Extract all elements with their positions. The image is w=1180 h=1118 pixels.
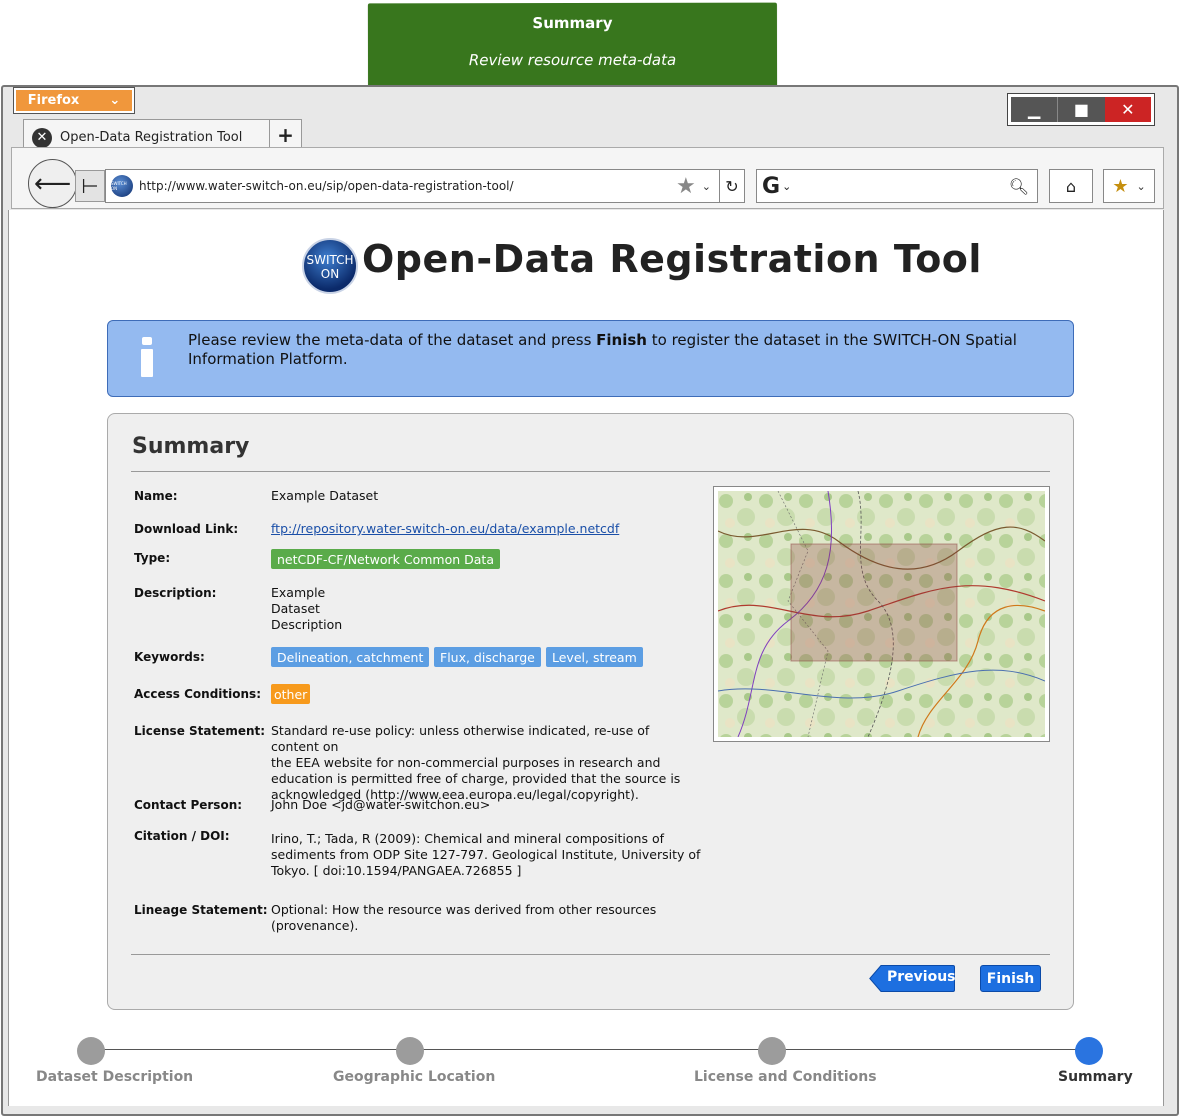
download-label: Download Link: bbox=[134, 522, 239, 536]
step-label-summary[interactable]: Summary bbox=[1058, 1069, 1133, 1085]
chevron-down-icon: ⌄ bbox=[1136, 179, 1146, 193]
keyword-tag: Delineation, catchment bbox=[271, 647, 430, 667]
description-value: Example Dataset Description bbox=[271, 585, 343, 632]
maximize-icon[interactable]: ■ bbox=[1057, 97, 1105, 122]
new-tab-button[interactable]: + bbox=[269, 119, 302, 149]
step-label-license-conditions[interactable]: License and Conditions bbox=[694, 1069, 877, 1085]
type-label: Type: bbox=[134, 551, 171, 565]
home-icon: ⌂ bbox=[1065, 176, 1077, 196]
search-bar[interactable]: G ⌄ 🔍︎ bbox=[756, 169, 1038, 203]
forward-button[interactable]: ⊢ bbox=[75, 170, 105, 202]
chevron-down-icon[interactable]: ⌄ bbox=[782, 180, 1009, 193]
map-image bbox=[718, 491, 1045, 737]
step-label-dataset-description[interactable]: Dataset Description bbox=[36, 1069, 193, 1085]
firefox-menu-label: Firefox bbox=[27, 93, 80, 108]
citation-value: Irino, T.; Tada, R (2009): Chemical and … bbox=[271, 831, 701, 878]
chevron-down-icon: ⌄ bbox=[109, 93, 121, 108]
bookmarks-button[interactable]: ★ ⌄ bbox=[1103, 169, 1155, 203]
search-icon[interactable]: 🔍︎ bbox=[1009, 177, 1029, 196]
note-subtitle: Review resource meta-data bbox=[468, 50, 677, 70]
firefox-menu-button[interactable]: Firefox ⌄ bbox=[13, 87, 135, 114]
info-alert: Please review the meta-data of the datas… bbox=[107, 320, 1074, 397]
step-dot-geographic-location[interactable] bbox=[396, 1037, 424, 1065]
info-text: Please review the meta-data of the datas… bbox=[188, 331, 1017, 368]
address-bar[interactable]: SWITCH ON http://www.water-switch-on.eu/… bbox=[105, 169, 720, 203]
window-controls: ▁ ■ ✕ bbox=[1007, 93, 1155, 126]
name-label: Name: bbox=[134, 489, 178, 503]
star-icon[interactable]: ★ bbox=[676, 174, 696, 199]
page-title: Open-Data Registration Tool bbox=[362, 237, 982, 281]
bookmark-star-icon: ★ bbox=[1112, 175, 1129, 197]
keyword-tag: Level, stream bbox=[546, 647, 643, 667]
previous-button[interactable]: Previous bbox=[869, 965, 956, 992]
switch-on-logo: SWITCH ON bbox=[302, 238, 358, 294]
back-button[interactable]: ⟵ bbox=[28, 159, 77, 208]
summary-heading: Summary bbox=[132, 434, 250, 459]
step-dot-dataset-description[interactable] bbox=[77, 1037, 105, 1065]
step-label-geographic-location[interactable]: Geographic Location bbox=[333, 1069, 495, 1085]
reload-icon: ↻ bbox=[725, 176, 739, 196]
contact-value: John Doe <jd@water-switchon.eu> bbox=[271, 797, 491, 812]
keyword-tag: Flux, discharge bbox=[434, 647, 541, 667]
minimize-icon[interactable]: ▁ bbox=[1011, 97, 1058, 122]
google-icon[interactable]: G bbox=[762, 174, 780, 199]
description-label: Description: bbox=[134, 586, 217, 600]
finish-button[interactable]: Finish bbox=[980, 965, 1041, 992]
license-label: License Statement: bbox=[134, 724, 266, 738]
step-progress-line bbox=[90, 1049, 1089, 1050]
forward-icon: ⊢ bbox=[81, 174, 99, 198]
access-label: Access Conditions: bbox=[134, 687, 261, 701]
type-tag: netCDF-CF/Network Common Data bbox=[271, 549, 500, 569]
chevron-down-icon[interactable]: ⌄ bbox=[702, 180, 711, 193]
home-button[interactable]: ⌂ bbox=[1049, 169, 1093, 203]
lineage-value: Optional: How the resource was derived f… bbox=[271, 902, 657, 933]
url-text[interactable]: http://www.water-switch-on.eu/sip/open-d… bbox=[139, 179, 676, 193]
site-favicon-icon: SWITCH ON bbox=[111, 175, 133, 197]
download-link[interactable]: ftp://repository.water-switch-on.eu/data… bbox=[271, 521, 619, 536]
reload-button[interactable]: ↻ bbox=[719, 169, 745, 203]
contact-label: Contact Person: bbox=[134, 798, 243, 812]
access-tag: other bbox=[271, 684, 311, 704]
name-value: Example Dataset bbox=[271, 488, 379, 503]
step-dot-summary[interactable] bbox=[1075, 1037, 1103, 1065]
tab-close-icon[interactable]: ✕ bbox=[32, 127, 52, 148]
divider bbox=[131, 471, 1050, 472]
close-icon[interactable]: ✕ bbox=[1104, 97, 1151, 122]
citation-label: Citation / DOI: bbox=[134, 829, 230, 843]
license-value: Standard re-use policy: unless otherwise… bbox=[271, 723, 681, 802]
keywords-label: Keywords: bbox=[134, 650, 205, 664]
info-icon bbox=[138, 337, 158, 377]
arrow-left-icon: ⟵ bbox=[33, 168, 72, 199]
note-title: Summary bbox=[532, 13, 613, 33]
lineage-label: Lineage Statement: bbox=[134, 903, 268, 917]
previous-button-label: Previous bbox=[887, 969, 956, 985]
divider bbox=[131, 954, 1050, 955]
tab-title: Open-Data Registration Tool bbox=[60, 130, 243, 145]
map-preview bbox=[713, 486, 1050, 742]
step-dot-license-conditions[interactable] bbox=[758, 1037, 786, 1065]
